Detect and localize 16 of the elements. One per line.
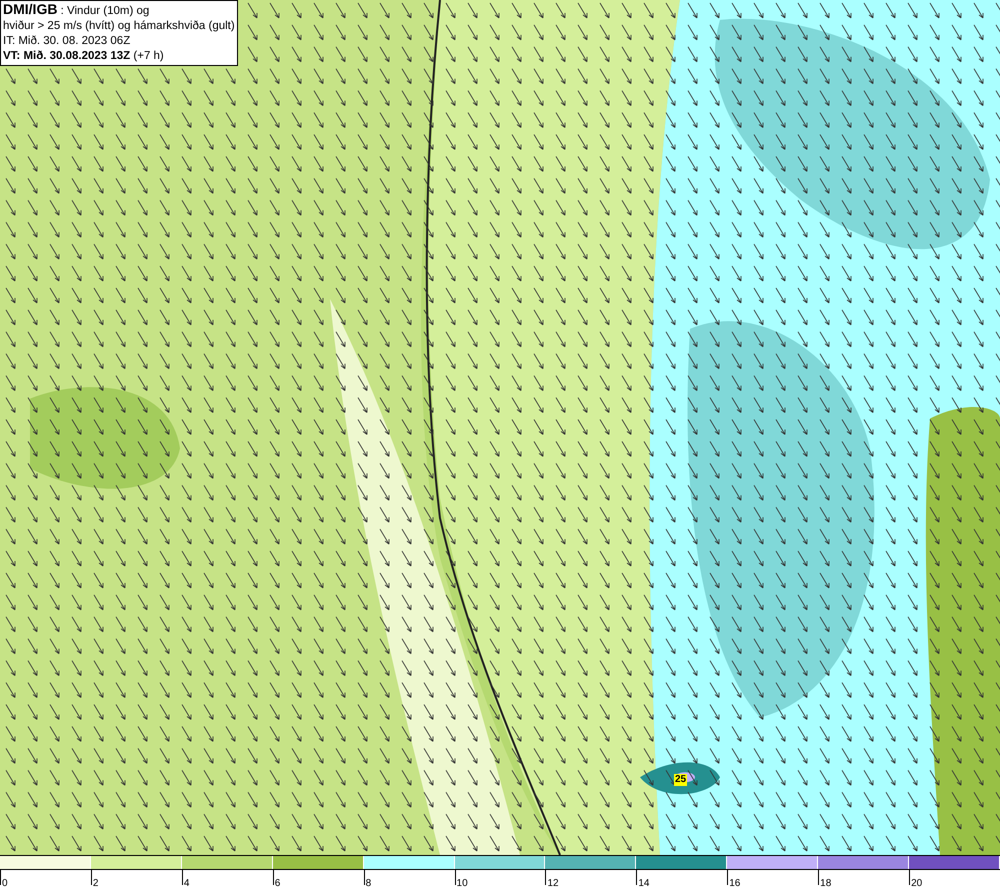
initial-time: IT: Mið. 30. 08. 2023 06Z [3,34,132,49]
legend-tick-label: 12 [546,878,559,887]
legend-tick-label: 6 [274,878,280,887]
legend-tick-label: 4 [182,878,190,887]
gust-label: 25 [674,774,688,786]
legend-tick-label: 16 [728,878,740,887]
legend-tick-label: 14 [637,878,650,887]
legend-tick-label: 8 [364,878,372,887]
legend-tick-label: 10 [456,878,468,887]
legend-tick-label: 0 [1,878,8,887]
map-subtitle: hviður > 25 m/s (hvítt) og hámarkshviða (gult) [3,19,235,34]
valid-time: VT: Mið. 30.08.2023 13Z (+7 h) [3,49,165,64]
legend-tick-label: 2 [92,878,98,887]
legend-tick-label: 18 [819,878,832,887]
map-title: DMI/IGB : Vindur (10m) og [3,2,150,19]
legend-tick-label: 20 [910,878,922,887]
